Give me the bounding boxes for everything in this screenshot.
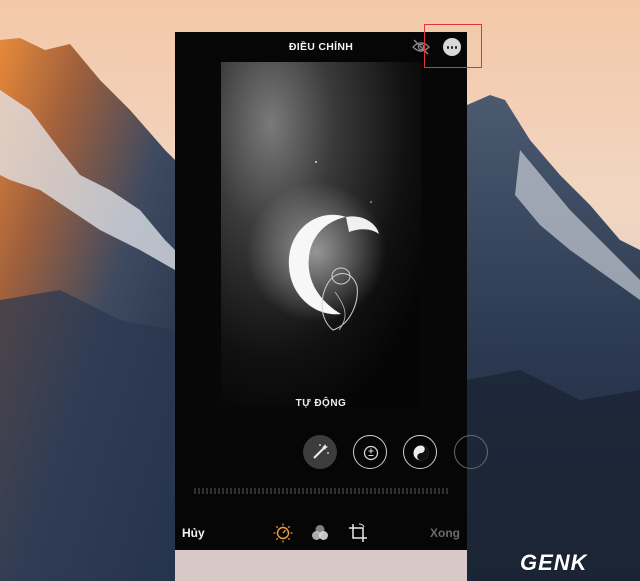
photo-editor-window: ĐIỀU CHỈNH TỰ ĐỘNG Hủy Xong: [175, 32, 488, 550]
watermark-text: GENK: [520, 550, 588, 575]
brilliance-button[interactable]: [403, 435, 437, 469]
next-tool-button[interactable]: [454, 435, 488, 469]
watermark-logo: GENK: [510, 548, 636, 580]
cancel-button[interactable]: Hủy: [182, 526, 205, 540]
auto-enhance-button[interactable]: [303, 435, 337, 469]
crop-rotate-icon[interactable]: [347, 522, 369, 544]
photo-canvas[interactable]: [175, 62, 467, 414]
editor-bottom-bar: Hủy Xong: [175, 518, 467, 550]
done-button[interactable]: Xong: [430, 526, 460, 540]
brilliance-icon: [413, 445, 429, 461]
adjust-dial-icon[interactable]: [272, 522, 294, 544]
mode-label: TỰ ĐỘNG: [295, 398, 347, 409]
photo-preview: [221, 62, 421, 407]
filters-icon[interactable]: [309, 522, 331, 544]
exposure-icon: [363, 445, 379, 461]
magic-wand-icon: [313, 444, 329, 459]
exposure-button[interactable]: [353, 435, 387, 469]
adjustment-slider[interactable]: [193, 486, 449, 496]
highlight-box: [424, 24, 482, 68]
